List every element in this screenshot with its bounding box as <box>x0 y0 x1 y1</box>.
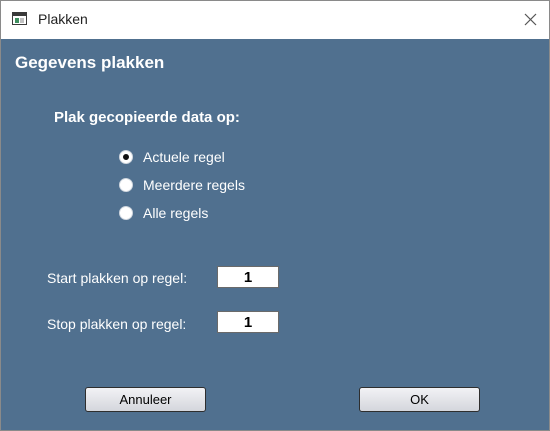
close-button[interactable] <box>516 5 546 33</box>
dialog-window: Plakken Gegevens plakken Plak gecopieerd… <box>0 0 550 431</box>
paste-target-label: Plak gecopieerde data op: <box>54 109 240 126</box>
radio-button[interactable] <box>119 150 133 164</box>
radio-current-row-label: Actuele regel <box>143 149 225 165</box>
radio-button[interactable] <box>119 178 133 192</box>
start-row-input[interactable] <box>217 266 279 288</box>
ok-button[interactable]: OK <box>359 387 480 412</box>
radio-selected-dot <box>123 154 129 160</box>
title-bar: Plakken <box>1 1 549 39</box>
close-icon <box>524 13 537 26</box>
radio-all-rows-label: Alle regels <box>143 205 209 221</box>
start-row-label: Start plakken op regel: <box>47 270 188 286</box>
window-title: Plakken <box>38 11 88 27</box>
stop-row-input[interactable] <box>217 311 279 333</box>
cancel-button[interactable]: Annuleer <box>85 387 206 412</box>
stop-row-label: Stop plakken op regel: <box>47 316 187 332</box>
radio-multiple-rows-label: Meerdere regels <box>143 177 245 193</box>
app-window-icon <box>12 12 27 25</box>
dialog-heading: Gegevens plakken <box>15 53 165 72</box>
dialog-body: Gegevens plakken Plak gecopieerde data o… <box>1 39 549 430</box>
radio-button[interactable] <box>119 206 133 220</box>
